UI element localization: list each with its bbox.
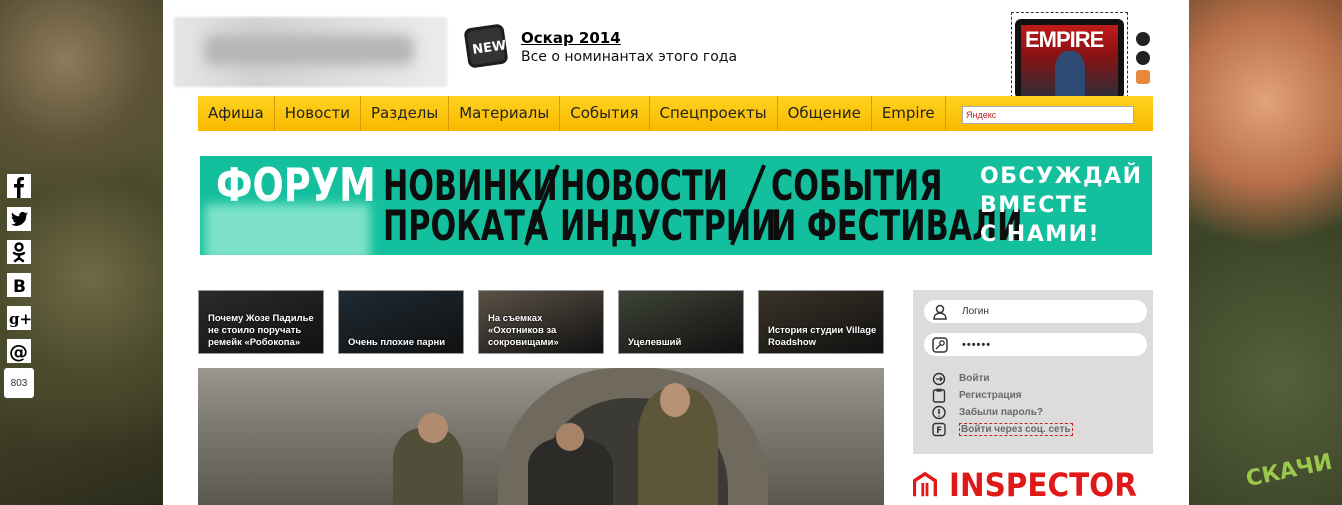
password-field[interactable]: •••••• [924, 333, 1147, 356]
inspector-ad[interactable]: INSPECTOR [913, 465, 1153, 505]
clipboard-icon [932, 388, 946, 403]
twitter-icon[interactable] [4, 203, 34, 234]
odnoklassniki-icon[interactable] [4, 236, 34, 267]
ad-controls [1136, 32, 1152, 89]
thumbnail-caption: Уцелевший [628, 337, 682, 348]
login-field[interactable]: Логин [924, 300, 1147, 323]
user-icon [933, 304, 947, 320]
social-login-link[interactable]: F Войти через соц. сеть [932, 421, 1073, 437]
nav-item-events[interactable]: События [560, 96, 650, 131]
thumbnail-monuments-men[interactable]: На съемках «Охотников за сокровищами» [478, 290, 604, 354]
forgot-password-link[interactable]: Забыли пароль? [932, 404, 1043, 420]
svg-text:@: @ [9, 341, 28, 363]
forum-banner[interactable]: ФОРУМ НОВИНКИ ПРОКАТА НОВОСТИ ИНДУСТРИИ СО… [200, 156, 1152, 255]
key-icon [932, 336, 948, 353]
promo-title-link[interactable]: Оскар 2014 [521, 29, 737, 47]
forum-banner-text: НОВОСТИ ИНДУСТРИИ [560, 161, 777, 250]
search-input[interactable] [962, 106, 1134, 124]
page-content: NEW Оскар 2014 Все о номинантах этого го… [163, 0, 1189, 505]
article-thumbnails: Почему Жозе Падилье не стоило поручать р… [198, 290, 888, 354]
thumbnail-caption: Почему Жозе Падилье не стоило поручать р… [208, 313, 314, 348]
background-stamp-text: СКАЧИ [1243, 449, 1335, 493]
info-icon [932, 405, 946, 419]
thumbnail-bad-boys[interactable]: Очень плохие парни [338, 290, 464, 354]
magazine-ad[interactable]: EMPIRE [1011, 12, 1128, 99]
nav-item-materials[interactable]: Материалы [449, 96, 561, 131]
thumbnail-caption: На съемках «Охотников за сокровищами» [488, 313, 559, 348]
new-badge-icon: NEW [464, 24, 508, 68]
main-article-photo[interactable] [198, 368, 884, 505]
login-placeholder: Логин [962, 306, 989, 317]
svg-text:F: F [936, 426, 942, 436]
social-share-bar: B g+ @ 803 [4, 170, 34, 398]
nav-item-sections[interactable]: Разделы [361, 96, 450, 131]
vkontakte-icon[interactable]: B [4, 269, 34, 300]
password-mask: •••••• [962, 338, 992, 351]
tablet-image: EMPIRE [1015, 19, 1124, 99]
site-logo[interactable] [174, 17, 447, 87]
background-art-right: СКАЧИ [1189, 0, 1342, 505]
nav-item-community[interactable]: Общение [778, 96, 872, 131]
forum-banner-title: ФОРУМ [216, 158, 376, 212]
promo-subtitle: Все о номинантах этого года [521, 49, 738, 65]
nav-item-empire[interactable]: Empire [872, 96, 946, 131]
thumbnail-lone-survivor[interactable]: Уцелевший [618, 290, 744, 354]
svg-text:B: B [13, 277, 26, 297]
nav-item-news[interactable]: Новости [275, 96, 361, 131]
forum-banner-logo [205, 204, 370, 255]
nav-item-specprojects[interactable]: Спецпроекты [650, 96, 778, 131]
email-icon[interactable]: @ [4, 335, 34, 366]
login-icon [932, 372, 946, 385]
forum-banner-cta: ОБСУЖДАЙ ВМЕСТЕ С НАМИ! [980, 164, 1143, 247]
thumbnail-robocop[interactable]: Почему Жозе Падилье не стоило поручать р… [198, 290, 324, 354]
nav-item-afisha[interactable]: Афиша [198, 96, 275, 131]
oscar-promo[interactable]: NEW Оскар 2014 Все о номинантах этого го… [463, 23, 737, 69]
inspector-ad-label: INSPECTOR [948, 466, 1137, 504]
magazine-cover: EMPIRE [1021, 25, 1118, 99]
magazine-cover-title: EMPIRE [1025, 27, 1104, 52]
inspector-logo-icon [913, 471, 937, 497]
share-count: 803 [4, 368, 34, 398]
ad-control-icon[interactable] [1136, 51, 1150, 65]
main-nav: Афиша Новости Разделы Материалы События … [198, 96, 1153, 131]
login-link[interactable]: Войти [932, 370, 990, 386]
register-link[interactable]: Регистрация [932, 387, 1022, 403]
thumbnail-caption: Очень плохие парни [348, 337, 446, 348]
thumbnail-village-roadshow[interactable]: История студии Village Roadshow [758, 290, 884, 354]
google-plus-icon[interactable]: g+ [4, 302, 34, 333]
facebook-square-icon: F [932, 422, 946, 436]
facebook-icon[interactable] [4, 170, 34, 201]
login-panel: Логин •••••• Войти Регистрация Забыли па… [913, 290, 1153, 454]
ad-control-icon[interactable] [1136, 32, 1150, 46]
ad-close-icon[interactable] [1136, 70, 1150, 84]
thumbnail-caption: История студии Village Roadshow [768, 325, 877, 348]
svg-text:g+: g+ [9, 310, 31, 328]
